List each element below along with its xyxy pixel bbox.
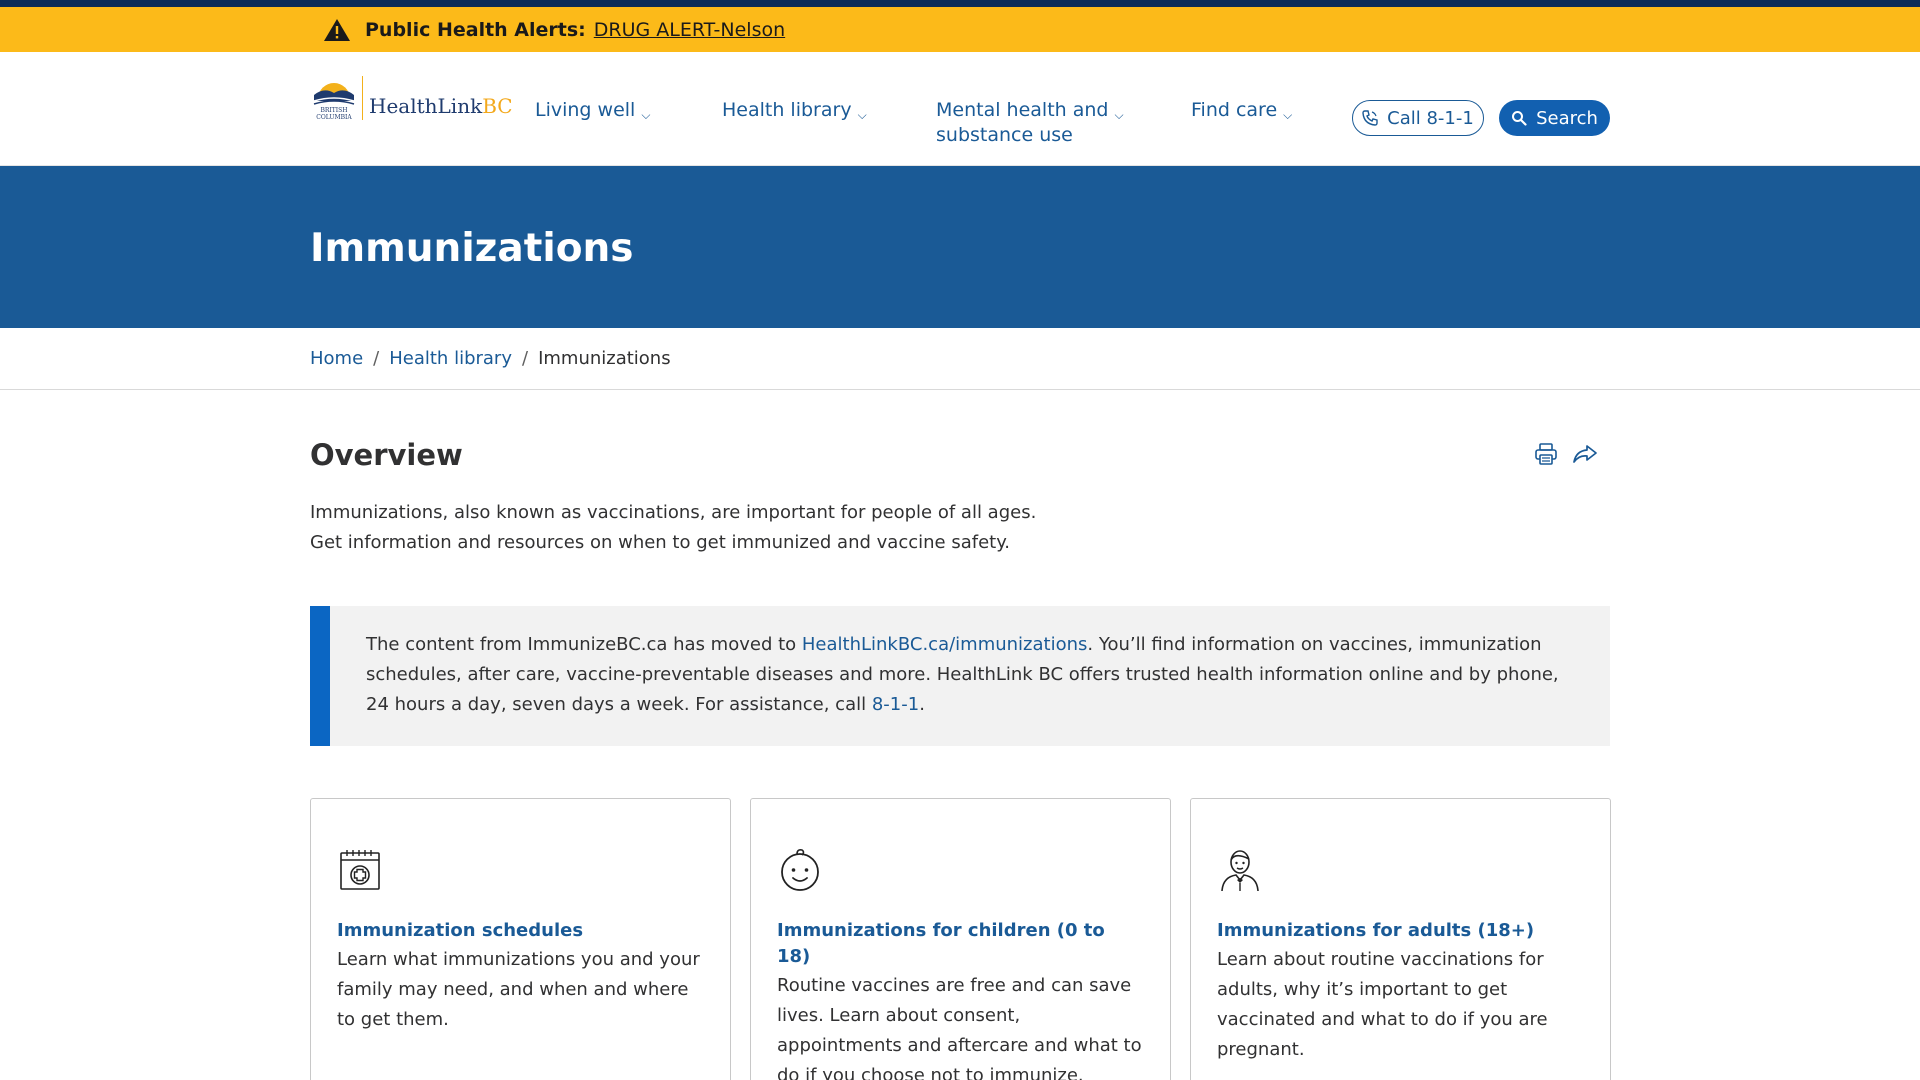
phone-icon [1362,110,1378,126]
overview-heading: Overview [310,438,463,472]
card-description: Learn about routine vaccinations for adu… [1217,949,1548,1060]
call-811-button[interactable]: Call 8-1-1 [1352,100,1484,136]
card-immunizations-children[interactable]: Immunizations for children (0 to 18) Rou… [750,798,1171,1080]
breadcrumb-current: Immunizations [538,348,671,369]
logo-wordmark: HealthLinkBC [369,94,513,118]
breadcrumb-separator: / [373,348,380,369]
breadcrumb-health-library[interactable]: Health library [389,348,512,369]
nav-find-care[interactable]: Find care ⌵ [1191,98,1292,128]
phone-811-link[interactable]: 8-1-1 [872,694,919,715]
nav-living-well[interactable]: Living well ⌵ [535,98,650,128]
breadcrumb-separator: / [521,348,529,369]
page-title: Immunizations [310,226,634,271]
alert-link[interactable]: DRUG ALERT-Nelson [594,19,785,41]
healthlinkbc-logo[interactable]: BRITISH COLUMBIA HealthLinkBC [310,74,513,122]
bc-seal-logo: BRITISH COLUMBIA [313,83,355,121]
adult-icon [1221,850,1259,892]
breadcrumb: Home / Health library / Immunizations [0,328,1920,390]
overview-intro: Immunizations, also known as vaccination… [310,502,1037,553]
calendar-icon [340,850,380,890]
baby-icon [781,849,819,891]
immunizations-link[interactable]: HealthLinkBC.ca/immunizations [802,634,1088,655]
page-tools [1534,442,1598,466]
moved-content-notice: The content from ImmunizeBC.ca has moved… [310,606,1610,746]
site-header: BRITISH COLUMBIA HealthLinkBC Living wel… [0,52,1920,166]
chevron-down-icon: ⌵ [641,108,651,122]
card-title[interactable]: Immunizations for adults (18+) [1217,918,1584,944]
card-title[interactable]: Immunizations for children (0 to 18) [777,918,1144,970]
page-hero: Immunizations [0,166,1920,328]
svg-text:BRITISH: BRITISH [320,107,347,114]
logo-divider [362,76,363,120]
search-button[interactable]: Search [1499,100,1610,136]
main-content: Overview Immunizations, also known as va… [0,390,1920,1080]
nav-health-library[interactable]: Health library ⌵ [722,98,867,128]
warning-icon [323,18,351,42]
card-immunization-schedules[interactable]: Immunization schedules Learn what immuni… [310,798,731,1080]
chevron-down-icon: ⌵ [1283,108,1293,122]
alert-label: Public Health Alerts: [365,18,586,41]
share-icon[interactable] [1572,442,1598,466]
chevron-down-icon: ⌵ [857,108,867,122]
search-icon [1512,111,1527,126]
card-description: Routine vaccines are free and can save l… [777,975,1142,1080]
nav-mental-health[interactable]: Mental health and substance use ⌵ [936,98,1124,148]
card-title[interactable]: Immunization schedules [337,918,704,944]
breadcrumb-home[interactable]: Home [310,348,363,369]
chevron-down-icon: ⌵ [1114,108,1124,122]
card-description: Learn what immunizations you and your fa… [337,949,700,1030]
alert-banner: Public Health Alerts: DRUG ALERT-Nelson [0,7,1920,52]
print-icon[interactable] [1534,442,1558,466]
top-strip [0,0,1920,7]
svg-text:COLUMBIA: COLUMBIA [316,114,352,121]
card-immunizations-adults[interactable]: Immunizations for adults (18+) Learn abo… [1190,798,1611,1080]
